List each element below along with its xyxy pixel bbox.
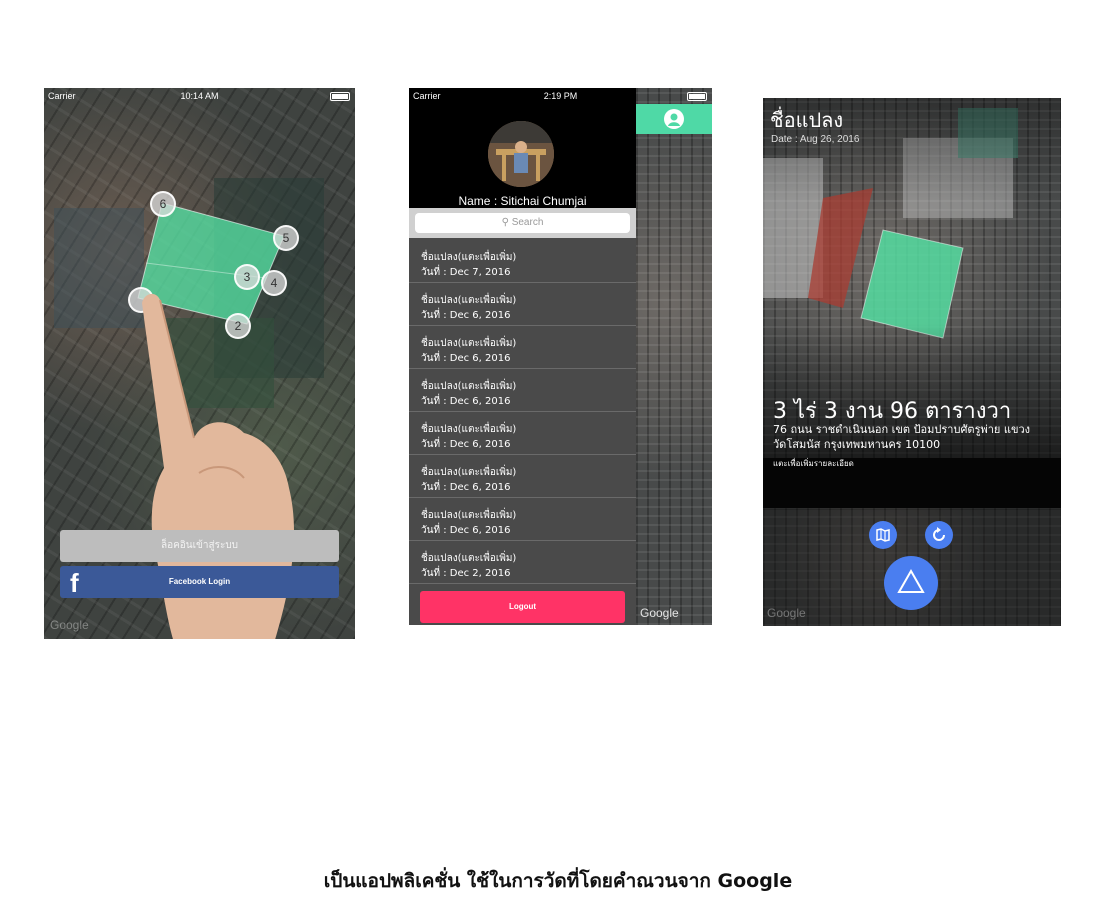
item-date: วันที่ : Dec 6, 2016	[421, 482, 511, 493]
vertex-marker[interactable]: 5	[273, 225, 299, 251]
status-bar: Carrier 10:14 AM	[44, 88, 355, 104]
item-title: ชื่อแปลง(แตะเพื่อเพิ่ม)	[421, 252, 517, 263]
plot-address-line2: วัดโสมนัส กรุงเทพมหานคร 10100	[773, 438, 941, 451]
refresh-icon	[933, 527, 945, 541]
status-bar: Carrier 2:19 PM	[409, 88, 712, 104]
map-icon	[876, 528, 890, 542]
caption: เป็นแอปพลิเคชั่น ใช้ในการวัดที่โดยคำณวนจ…	[323, 870, 793, 892]
plot-title: ชื่อแปลง	[770, 108, 844, 132]
item-title: ชื่อแปลง(แตะเพื่อเพิ่ม)	[421, 295, 517, 306]
reset-button[interactable]	[925, 521, 953, 549]
item-title: ชื่อแปลง(แตะเพื่อเพิ่ม)	[421, 510, 517, 521]
search-bar: ⚲ Search	[409, 208, 636, 238]
item-title: ชื่อแปลง(แตะเพื่อเพิ่ม)	[421, 553, 517, 564]
list-item[interactable]: ชื่อแปลง(แตะเพื่อเพิ่ม) วันที่ : Dec 6, 2…	[409, 455, 636, 498]
google-logo: Google	[50, 618, 89, 632]
list-item[interactable]: ชื่อแปลง(แตะเพื่อเพิ่ม) วันที่ : Dec 2, 2…	[409, 541, 636, 584]
item-title: ชื่อแปลง(แตะเพื่อเพิ่ม)	[421, 467, 517, 478]
item-date: วันที่ : Dec 2, 2016	[421, 568, 511, 579]
profile-header: Name : Sitichai Chumjai	[409, 88, 636, 208]
facebook-login-button[interactable]: f Facebook Login	[60, 566, 339, 598]
search-input[interactable]: ⚲ Search	[415, 213, 630, 233]
google-logo: Google	[767, 606, 806, 620]
list-item[interactable]: ชื่อแปลง(แตะเพื่อเพิ่ม) วันที่ : Dec 7, 2…	[409, 240, 636, 283]
plot-list-screen: Name : Sitichai Chumjai ⚲ Search ชื่อแปล…	[409, 88, 712, 625]
search-icon: ⚲	[501, 217, 509, 228]
login-screen: Carrier 10:14 AM 6 5 3 4 2 ล็อคอินเข้าสู…	[44, 88, 355, 639]
item-date: วันที่ : Dec 6, 2016	[421, 396, 511, 407]
clock: 10:14 AM	[180, 91, 219, 101]
avatar	[488, 121, 554, 187]
profile-name: Name : Sitichai Chumjai	[458, 194, 587, 208]
facebook-login-label: Facebook Login	[168, 577, 231, 586]
item-date: วันที่ : Dec 6, 2016	[421, 525, 511, 536]
facebook-icon: f	[70, 568, 79, 598]
list-item[interactable]: ชื่อแปลง(แตะเพื่อเพิ่ม) วันที่ : Dec 6, 2…	[409, 326, 636, 369]
add-details-hint[interactable]: แตะเพื่อเพิ่มรายละเอียด	[773, 457, 854, 470]
item-date: วันที่ : Dec 7, 2016	[421, 267, 511, 278]
battery-icon	[330, 92, 350, 101]
measure-button[interactable]	[884, 556, 938, 610]
profile-button[interactable]	[636, 104, 712, 134]
clock: 2:19 PM	[543, 91, 578, 101]
side-drawer: Name : Sitichai Chumjai ⚲ Search ชื่อแปล…	[409, 88, 636, 625]
list-item[interactable]: ชื่อแปลง(แตะเพื่อเพิ่ม) วันที่ : Dec 6, 2…	[409, 283, 636, 326]
item-title: ชื่อแปลง(แตะเพื่อเพิ่ม)	[421, 381, 517, 392]
plot-detail-screen: ชื่อแปลง Date : Aug 26, 2016 3 ไร่ 3 งาน…	[763, 98, 1061, 626]
logout-button[interactable]: Logout	[420, 591, 625, 623]
vertex-marker[interactable]: 6	[150, 191, 176, 217]
user-icon	[664, 109, 684, 129]
login-button[interactable]: ล็อคอินเข้าสู่ระบบ	[60, 530, 339, 562]
plot-list: ชื่อแปลง(แตะเพื่อเพิ่ม) วันที่ : Dec 7, 2…	[409, 240, 636, 587]
search-placeholder: Search	[511, 217, 544, 228]
list-item[interactable]: ชื่อแปลง(แตะเพื่อเพิ่ม) วันที่ : Dec 6, 2…	[409, 412, 636, 455]
item-date: วันที่ : Dec 6, 2016	[421, 353, 511, 364]
item-date: วันที่ : Dec 6, 2016	[421, 310, 511, 321]
list-item[interactable]: ชื่อแปลง(แตะเพื่อเพิ่ม) วันที่ : Dec 6, 2…	[409, 498, 636, 541]
google-logo: Google	[640, 606, 679, 620]
item-date: วันที่ : Dec 6, 2016	[421, 439, 511, 450]
map-type-button[interactable]	[869, 521, 897, 549]
item-title: ชื่อแปลง(แตะเพื่อเพิ่ม)	[421, 338, 517, 349]
triangle-icon	[897, 568, 925, 593]
item-title: ชื่อแปลง(แตะเพื่อเพิ่ม)	[421, 424, 517, 435]
battery-icon	[687, 92, 707, 101]
list-item[interactable]: ชื่อแปลง(แตะเพื่อเพิ่ม) วันที่ : Dec 6, 2…	[409, 369, 636, 412]
plot-date: Date : Aug 26, 2016	[771, 134, 860, 145]
vertex-marker[interactable]: 3	[234, 264, 260, 290]
satellite-map[interactable]	[636, 88, 712, 625]
